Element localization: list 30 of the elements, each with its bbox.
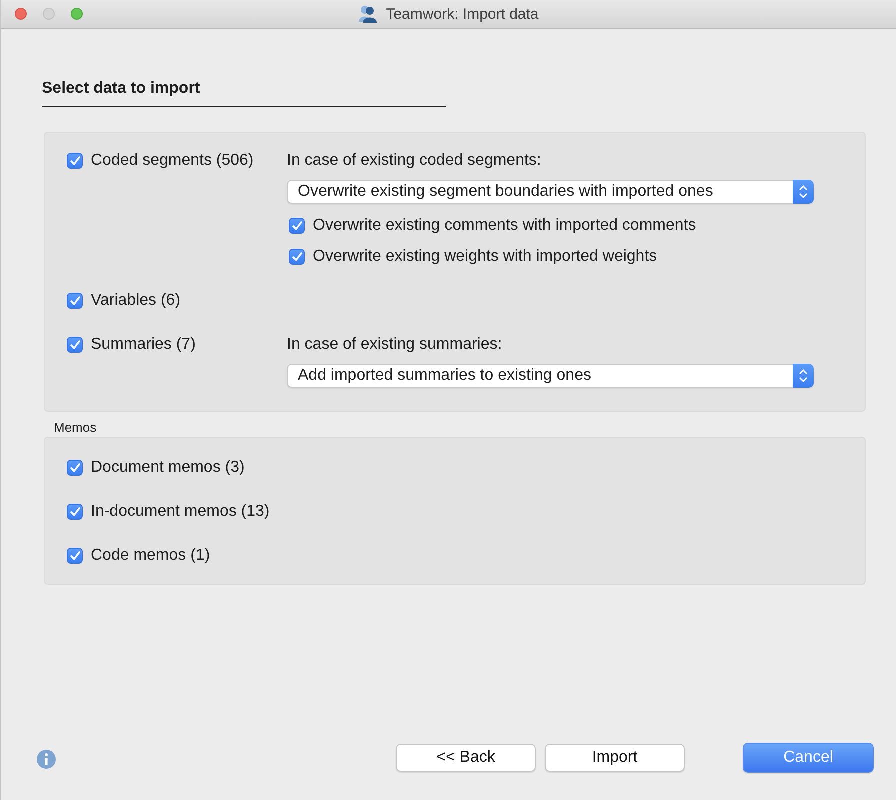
checkbox-label: In-document memos (13) (91, 503, 270, 521)
people-icon (358, 5, 378, 23)
section-heading: Select data to import (42, 80, 446, 107)
checkbox[interactable] (67, 337, 83, 353)
dropdown[interactable]: Add imported summaries to existing ones (287, 364, 814, 388)
dropdown[interactable]: Overwrite existing segment boundaries with imported ones (287, 180, 814, 204)
prompt-text: In case of existing summaries: (287, 335, 504, 355)
group-label: Memos (54, 420, 98, 436)
chevron-updown-icon (799, 369, 808, 383)
checkbox[interactable] (67, 504, 83, 520)
dialog-button[interactable]: << Back (396, 744, 536, 772)
chevron-updown-icon (799, 185, 808, 199)
checkbox[interactable] (67, 293, 83, 309)
checkbox[interactable] (67, 153, 83, 169)
checkbox[interactable] (289, 218, 305, 234)
dialog-button[interactable]: Import (545, 744, 685, 772)
checkbox[interactable] (289, 249, 305, 265)
checkbox[interactable] (67, 548, 83, 564)
prompt-text: In case of existing coded segments: (287, 151, 542, 171)
checkbox-label: Coded segments (506) (91, 152, 254, 170)
window-title: Teamwork: Import data (386, 6, 539, 22)
close-button[interactable] (15, 8, 27, 20)
checkbox-label: Document memos (3) (91, 459, 245, 477)
checkbox-label: Variables (6) (91, 292, 181, 310)
checkbox-label: Summaries (7) (91, 336, 196, 354)
info-icon[interactable] (37, 750, 56, 769)
checkbox-label: Overwrite existing weights with imported weights (313, 248, 658, 266)
checkbox-label: Overwrite existing comments with imported comments (313, 217, 696, 235)
checkbox[interactable] (67, 460, 83, 476)
checkbox-label: Code memos (1) (91, 547, 210, 565)
